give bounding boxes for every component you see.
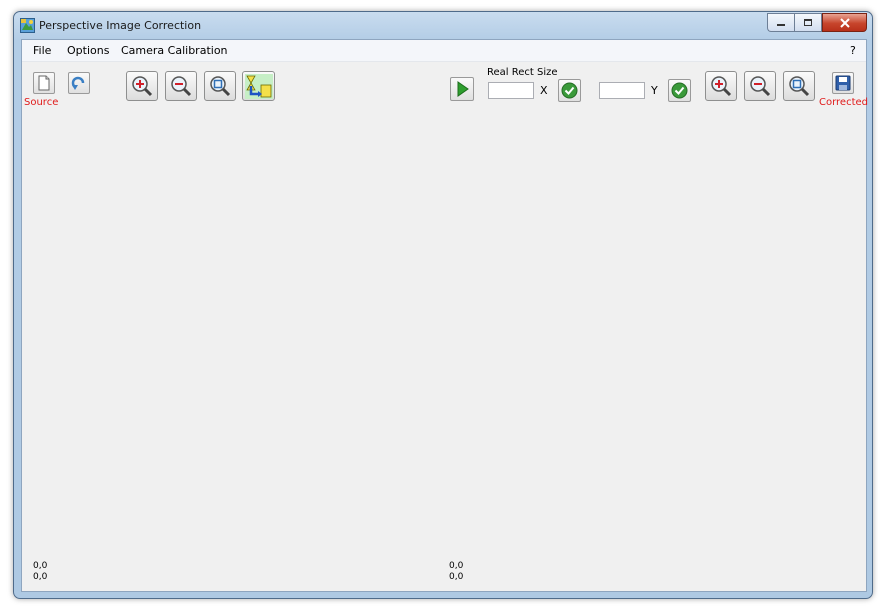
rect-y-input[interactable] (599, 82, 645, 99)
open-source-button[interactable] (33, 72, 55, 94)
main-window: Perspective Image Correction File Option… (13, 11, 873, 599)
menu-help[interactable]: ? (850, 44, 856, 57)
corrected-coords: 0,0 0,0 (449, 561, 463, 583)
rect-x-input[interactable] (488, 82, 534, 99)
zoom-out-icon (171, 76, 192, 97)
menu-bar: File Options Camera Calibration ? (22, 40, 866, 62)
x-label: X (540, 84, 548, 97)
corrected-coord-line-1: 0,0 (449, 561, 464, 571)
menu-camera-calibration[interactable]: Camera Calibration (121, 44, 228, 57)
apply-check-icon (671, 82, 688, 99)
source-zoom-in-button[interactable] (126, 71, 158, 101)
corrected-zoom-fit-button[interactable] (783, 71, 815, 101)
zoom-out-icon (750, 76, 771, 97)
rotate-icon (71, 76, 85, 90)
title-bar[interactable]: Perspective Image Correction (14, 12, 872, 40)
close-button[interactable] (822, 13, 867, 32)
transform-icon (245, 74, 273, 99)
corrected-label: Corrected (819, 97, 868, 108)
close-icon (839, 17, 850, 28)
source-image-area[interactable] (22, 108, 442, 558)
corrected-coord-line-2: 0,0 (449, 572, 464, 582)
source-coord-line-2: 0,0 (33, 572, 48, 582)
corrected-zoom-out-button[interactable] (744, 71, 776, 101)
apply-y-button[interactable] (668, 79, 691, 102)
zoom-fit-icon (210, 76, 231, 97)
run-correction-button[interactable] (450, 77, 474, 101)
y-label: Y (651, 84, 658, 97)
open-file-icon (38, 75, 50, 91)
minimize-icon (777, 23, 785, 26)
rotate-button[interactable] (68, 72, 90, 94)
transform-button[interactable] (242, 71, 275, 101)
play-icon (457, 81, 469, 97)
menu-options[interactable]: Options (67, 44, 109, 57)
source-label: Source (24, 97, 59, 108)
apply-check-icon (561, 82, 578, 99)
app-icon (20, 18, 35, 33)
menu-file[interactable]: File (33, 44, 51, 57)
save-icon (835, 75, 851, 91)
zoom-fit-icon (789, 76, 810, 97)
maximize-button[interactable] (794, 13, 822, 32)
corrected-zoom-in-button[interactable] (705, 71, 737, 101)
source-coord-line-1: 0,0 (33, 561, 48, 571)
maximize-icon (804, 19, 812, 26)
source-coords: 0,0 0,0 (33, 561, 47, 583)
zoom-in-icon (711, 76, 732, 97)
apply-x-button[interactable] (558, 79, 581, 102)
real-rect-size-label: Real Rect Size (487, 67, 558, 78)
corrected-image-area[interactable] (446, 108, 866, 558)
zoom-in-icon (132, 76, 153, 97)
save-corrected-button[interactable] (832, 72, 854, 94)
window-title: Perspective Image Correction (39, 19, 202, 32)
source-zoom-out-button[interactable] (165, 71, 197, 101)
minimize-button[interactable] (767, 13, 794, 32)
client-area: File Options Camera Calibration ? Source (21, 39, 868, 592)
source-zoom-fit-button[interactable] (204, 71, 236, 101)
